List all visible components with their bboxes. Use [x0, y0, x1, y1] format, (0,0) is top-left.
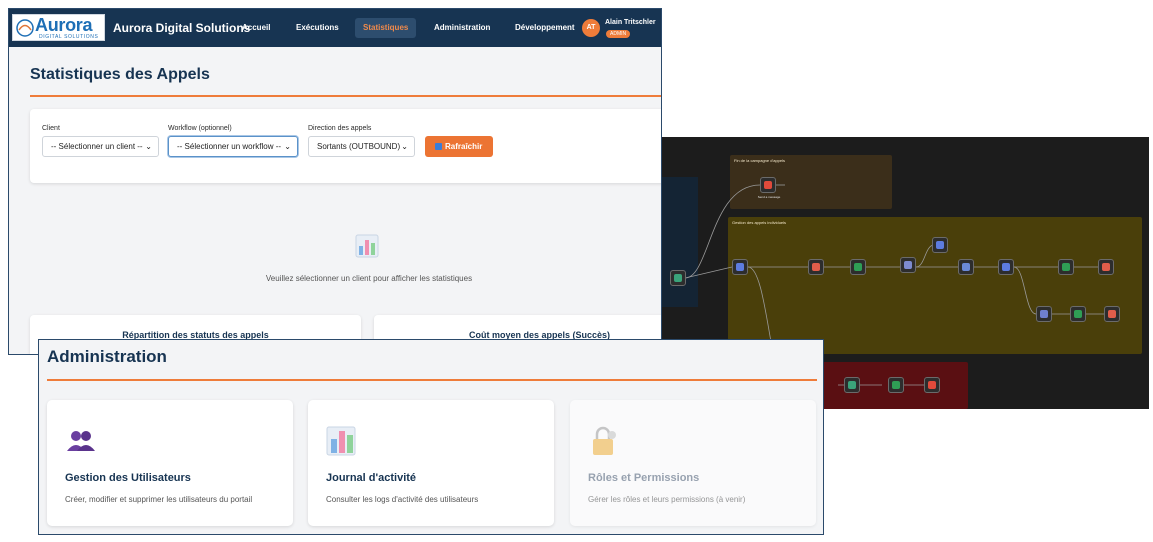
workflow-select-value: -- Sélectionner un workflow --	[177, 142, 282, 151]
logo-name: Aurora	[35, 15, 93, 35]
refresh-button[interactable]: Rafraîchir	[425, 136, 493, 157]
client-select[interactable]: -- Sélectionner un client -- ⌄	[42, 136, 159, 157]
gmail-log-node[interactable]	[924, 377, 940, 393]
sheets-update-node[interactable]	[1058, 259, 1074, 275]
nav-accueil[interactable]: Accueil	[234, 18, 278, 38]
gmail-node[interactable]: Send a message	[758, 177, 780, 199]
wait-node[interactable]	[900, 257, 916, 273]
tool-node-2[interactable]	[1104, 306, 1120, 322]
role-badge: ADMIN	[606, 30, 631, 38]
filter-card: Client -- Sélectionner un client -- ⌄ Wo…	[30, 109, 661, 183]
sheets-node-2[interactable]	[1070, 306, 1086, 322]
empty-state-message: Veuillez sélectionner un client pour aff…	[265, 274, 473, 283]
user-management-card[interactable]: Gestion des Utilisateurs Créer, modifier…	[47, 400, 293, 526]
refresh-label: Rafraîchir	[445, 142, 483, 151]
bar-chart-icon	[326, 426, 356, 456]
page-title: Statistiques des Appels	[30, 66, 210, 83]
client-label: Client	[42, 125, 60, 132]
workflow-select[interactable]: -- Sélectionner un workflow -- ⌄	[168, 136, 298, 157]
page-title: Administration	[47, 347, 167, 366]
direction-select[interactable]: Sortants (OUTBOUND) ⌄	[308, 136, 415, 157]
nav-statistiques[interactable]: Statistiques	[355, 18, 417, 38]
nav-executions[interactable]: Exécutions	[288, 18, 347, 38]
title-divider	[47, 379, 817, 381]
http-status-node[interactable]	[932, 237, 948, 253]
chevron-down-icon: ⌄	[401, 142, 408, 151]
title-divider	[30, 95, 661, 97]
logo[interactable]: Aurora DIGITAL SOLUTIONS	[12, 14, 105, 41]
sheets-log-node[interactable]	[888, 377, 904, 393]
roles-permissions-card[interactable]: Rôles et Permissions Gérer les rôles et …	[570, 400, 816, 526]
tool-node[interactable]	[808, 259, 824, 275]
lock-icon	[593, 426, 616, 455]
webhook-node[interactable]	[958, 259, 974, 275]
edit-node[interactable]	[1036, 306, 1052, 322]
brand-name: Aurora Digital Solutions	[113, 21, 251, 35]
card-title: Rôles et Permissions	[588, 472, 700, 484]
nav-administration[interactable]: Administration	[426, 18, 498, 38]
card-description: Consulter les logs d'activité des utilis…	[326, 495, 479, 504]
sheets-node[interactable]	[850, 259, 866, 275]
switch-node[interactable]	[998, 259, 1014, 275]
users-icon	[67, 431, 95, 451]
refresh-icon	[435, 143, 442, 150]
administration-window: Administration Gestion des Utilisateurs …	[38, 339, 824, 535]
card-title: Gestion des Utilisateurs	[65, 472, 191, 484]
http-node[interactable]	[732, 259, 748, 275]
chevron-down-icon: ⌄	[284, 142, 291, 151]
direction-select-value: Sortants (OUTBOUND)	[317, 142, 401, 151]
statistics-window: Aurora DIGITAL SOLUTIONS Aurora Digital …	[8, 8, 662, 355]
logo-mark-icon	[16, 19, 34, 37]
bar-chart-icon	[355, 234, 379, 258]
chevron-down-icon: ⌄	[145, 142, 152, 151]
loop-node[interactable]	[670, 270, 686, 286]
logo-subtitle: DIGITAL SOLUTIONS	[39, 34, 99, 40]
nav-developpement[interactable]: Développement	[507, 18, 583, 38]
card-title: Journal d'activité	[326, 472, 417, 484]
tool-end-node[interactable]	[1098, 259, 1114, 275]
direction-label: Direction des appels	[308, 125, 372, 132]
card-description: Créer, modifier et supprimer les utilisa…	[65, 495, 253, 504]
user-name[interactable]: Alain Tritschler	[605, 19, 656, 26]
workflow-label: Workflow (optionnel)	[168, 125, 232, 132]
client-select-value: -- Sélectionner un client --	[51, 142, 143, 151]
activity-log-card[interactable]: Journal d'activité Consulter les logs d'…	[308, 400, 554, 526]
card-description: Gérer les rôles et leurs permissions (à …	[588, 495, 746, 504]
top-navbar: Aurora DIGITAL SOLUTIONS Aurora Digital …	[9, 9, 661, 47]
function-node[interactable]	[844, 377, 860, 393]
avatar[interactable]: AT	[582, 19, 600, 37]
